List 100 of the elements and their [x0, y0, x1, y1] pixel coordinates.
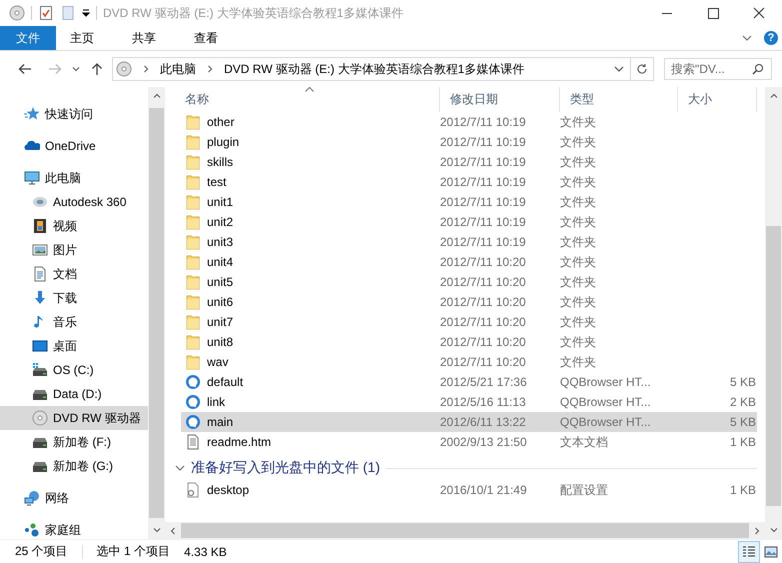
file-row[interactable]: unit3 2012/7/11 10:19 文件夹: [181, 232, 757, 252]
sidebar-item[interactable]: 音乐: [0, 310, 148, 334]
scroll-down-icon[interactable]: [770, 526, 778, 534]
dropdown-icon[interactable]: [82, 9, 90, 17]
column-header[interactable]: 大小: [678, 87, 757, 112]
file-tab[interactable]: 文件: [0, 26, 56, 50]
chevron-icon[interactable]: [206, 65, 214, 73]
file-row[interactable]: desktop 2016/10/1 21:49 配置设置 1 KB: [181, 480, 757, 500]
sidebar-item[interactable]: 此电脑: [0, 166, 148, 190]
file-size: 2 KB: [728, 395, 756, 409]
file-type: 文件夹: [560, 274, 597, 290]
sidebar-item[interactable]: 图片: [0, 238, 148, 262]
folder-icon: [185, 114, 201, 130]
document-icon: [32, 266, 48, 282]
file-row[interactable]: readme.htm 2002/9/13 21:50 文本文档 1 KB: [181, 432, 757, 452]
sidebar-item[interactable]: 新加卷 (F:): [0, 430, 148, 454]
sidebar-item[interactable]: 视频: [0, 214, 148, 238]
file-type: 文件夹: [560, 294, 597, 310]
file-type: QQBrowser HT...: [560, 375, 652, 389]
file-row[interactable]: default 2012/5/21 17:36 QQBrowser HT... 5 KB: [181, 372, 757, 392]
sidebar-item[interactable]: 网络: [0, 486, 148, 510]
file-row[interactable]: unit5 2012/7/11 10:20 文件夹: [181, 272, 757, 292]
sidebar-item[interactable]: Autodesk 360: [0, 190, 148, 214]
folder-icon: [185, 154, 201, 170]
file-name: plugin: [207, 135, 240, 149]
picture-icon: [32, 242, 48, 258]
sidebar-item[interactable]: 文档: [0, 262, 148, 286]
breadcrumb[interactable]: 此电脑: [160, 60, 196, 78]
dvd-icon: [116, 61, 132, 77]
ribbon-tab[interactable]: 共享: [118, 26, 170, 50]
folder-icon: [185, 174, 201, 190]
ribbon-tab[interactable]: 主页: [56, 26, 108, 50]
file-row[interactable]: plugin 2012/7/11 10:19 文件夹: [181, 132, 757, 152]
file-row[interactable]: main 2012/6/11 13:22 QQBrowser HT... 5 KB: [181, 412, 757, 432]
scroll-right-icon[interactable]: [753, 526, 761, 534]
details-view-button[interactable]: [738, 540, 760, 562]
search-field[interactable]: 搜索"DV...: [664, 58, 772, 80]
address-bar[interactable]: 此电脑 DVD RW 驱动器 (E:) 大学体验英语综合教程1多媒体课件: [112, 57, 631, 81]
scroll-up-icon[interactable]: [770, 92, 778, 100]
group-header[interactable]: 准备好写入到光盘中的文件 (1): [175, 456, 757, 480]
file-name: unit7: [207, 315, 234, 329]
file-row[interactable]: unit1 2012/7/11 10:19 文件夹: [181, 192, 757, 212]
file-row[interactable]: test 2012/7/11 10:19 文件夹: [181, 172, 757, 192]
expand-ribbon-icon[interactable]: [742, 33, 752, 43]
file-row[interactable]: wav 2012/7/11 10:20 文件夹: [181, 352, 757, 372]
video-icon: [32, 218, 48, 234]
file-type: 文件夹: [560, 234, 597, 250]
sort-ascending-icon: [305, 87, 314, 92]
file-type: 文本文档: [560, 434, 609, 450]
folder-icon: [185, 274, 201, 290]
column-header[interactable]: 类型: [560, 87, 678, 112]
file-type: 文件夹: [560, 174, 597, 190]
sidebar-item[interactable]: OS (C:): [0, 358, 148, 382]
file-row[interactable]: other 2012/7/11 10:19 文件夹: [181, 112, 757, 132]
dropdown-icon[interactable]: [614, 64, 624, 74]
file-type: 文件夹: [560, 314, 597, 330]
column-header[interactable]: 修改日期: [440, 87, 560, 112]
chevron-icon[interactable]: [142, 65, 150, 73]
file-type: 配置设置: [560, 482, 609, 498]
file-size: 5 KB: [728, 415, 756, 429]
sidebar-item[interactable]: 新加卷 (G:): [0, 454, 148, 478]
sidebar-item[interactable]: DVD RW 驱动器: [0, 406, 148, 430]
ribbon-tab[interactable]: 查看: [180, 26, 232, 50]
scrollbar[interactable]: [765, 87, 782, 539]
properties-icon[interactable]: [38, 5, 54, 21]
file-row[interactable]: unit8 2012/7/11 10:20 文件夹: [181, 332, 757, 352]
osdrive-icon: [32, 362, 48, 378]
refresh-button[interactable]: [631, 57, 654, 81]
scroll-down-icon[interactable]: [152, 526, 160, 534]
file-row[interactable]: skills 2012/7/11 10:19 文件夹: [181, 152, 757, 172]
file-type: 文件夹: [560, 194, 597, 210]
file-row[interactable]: unit7 2012/7/11 10:20 文件夹: [181, 312, 757, 332]
breadcrumb[interactable]: DVD RW 驱动器 (E:) 大学体验英语综合教程1多媒体课件: [224, 60, 524, 78]
file-row[interactable]: unit2 2012/7/11 10:19 文件夹: [181, 212, 757, 232]
folder-icon: [185, 214, 201, 230]
sidebar-item[interactable]: 桌面: [0, 334, 148, 358]
sidebar-item[interactable]: 快速访问: [0, 102, 148, 126]
file-row[interactable]: link 2012/5/16 11:13 QQBrowser HT... 2 KB: [181, 392, 757, 412]
sidebar-item[interactable]: 下载: [0, 286, 148, 310]
file-name: unit2: [207, 215, 234, 229]
collapse-icon: [175, 463, 185, 473]
sidebar-item[interactable]: Data (D:): [0, 382, 148, 406]
modified-date: 2012/7/11 10:19: [440, 235, 527, 249]
search-icon[interactable]: [752, 63, 764, 75]
browser-file-icon: [185, 374, 201, 390]
sidebar-item[interactable]: OneDrive: [0, 134, 148, 158]
help-button[interactable]: ?: [764, 31, 778, 45]
refresh-icon: [636, 63, 648, 75]
file-row[interactable]: unit6 2012/7/11 10:20 文件夹: [181, 292, 757, 312]
recent-locations-icon[interactable]: [72, 65, 80, 73]
file-row[interactable]: unit4 2012/7/11 10:20 文件夹: [181, 252, 757, 272]
folder-icon: [185, 314, 201, 330]
scroll-up-icon[interactable]: [152, 92, 160, 100]
sidebar-item[interactable]: 家庭组: [0, 518, 148, 539]
column-header[interactable]: 名称: [175, 87, 440, 112]
modified-date: 2002/9/13 21:50: [440, 435, 528, 449]
scrollbar[interactable]: [148, 87, 165, 539]
modified-date: 2012/7/11 10:20: [440, 255, 527, 269]
scroll-left-icon[interactable]: [169, 526, 177, 534]
modified-date: 2012/7/11 10:20: [440, 275, 527, 289]
